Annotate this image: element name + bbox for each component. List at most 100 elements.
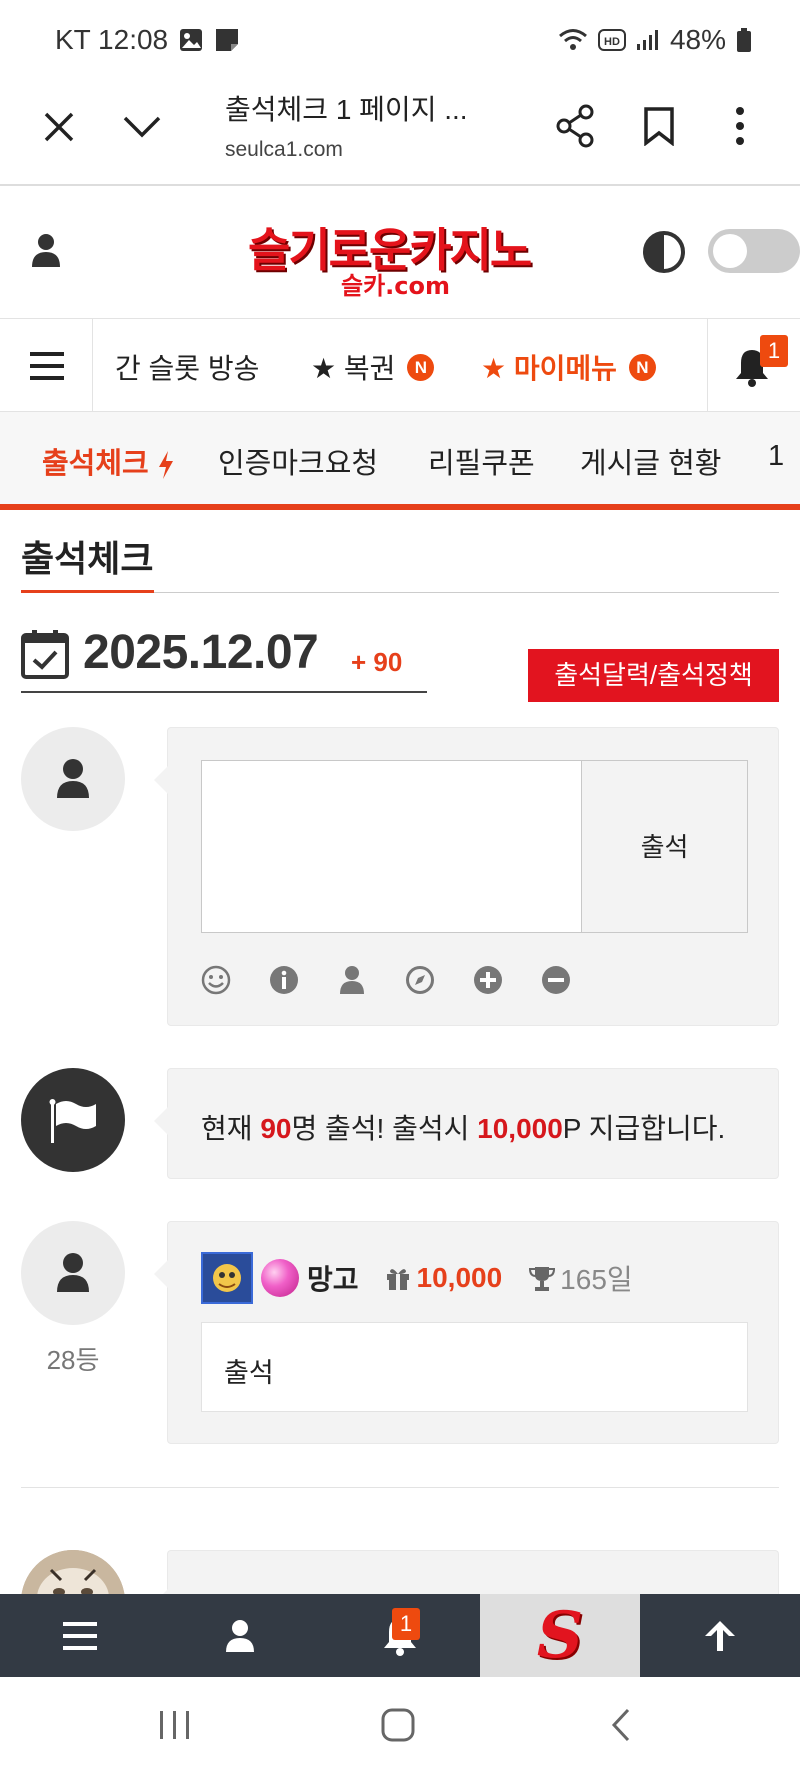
status-right: HD 48%	[558, 24, 752, 56]
site-header: 슬기로운카지노 슬카.com	[0, 188, 800, 318]
lightning-icon	[157, 450, 175, 480]
nav-item-lottery[interactable]: ★ 복권 N	[311, 347, 435, 387]
sub-nav: 출석체크 인증마크요청 리필쿠폰 게시글 현황 1	[0, 412, 800, 510]
recents-icon[interactable]	[158, 1709, 192, 1741]
contrast-icon[interactable]	[642, 230, 686, 274]
attendance-date: 2025.12.07	[83, 626, 319, 679]
nav-item-label: ★ 복권	[311, 353, 396, 384]
nav-separator	[707, 319, 708, 413]
user-icon	[225, 1619, 255, 1653]
note-icon	[214, 27, 240, 53]
notice-count: 90	[260, 1113, 292, 1144]
notice-points: 10,000	[477, 1113, 563, 1144]
status-bar: KT 12:08 HD 48%	[0, 0, 800, 80]
home-icon[interactable]	[380, 1707, 416, 1743]
attendance-calendar-policy-button[interactable]: 출석달력/출석정책	[528, 649, 779, 702]
wifi-icon	[558, 28, 588, 52]
date-row: 2025.12.07 + 90	[21, 625, 427, 693]
level-icon	[201, 1252, 253, 1304]
smile-icon[interactable]	[201, 965, 231, 995]
entry-divider	[21, 1487, 779, 1488]
member-nickname[interactable]: 망고	[307, 1258, 359, 1298]
tab-post-status[interactable]: 게시글 현황	[580, 440, 721, 482]
avatar	[21, 727, 125, 831]
hamburger-menu-icon[interactable]	[30, 351, 64, 381]
attendance-notice: 현재 90명 출석! 출석시 10,000P 지급합니다.	[201, 1107, 725, 1147]
comment-content: 출석	[201, 1322, 748, 1412]
user-icon[interactable]	[337, 965, 367, 995]
nav-item-label: ★ 마이메뉴	[481, 353, 617, 384]
avatar[interactable]	[21, 1221, 125, 1325]
comment-form-card: 출석	[154, 727, 779, 1026]
nav-item-slot-broadcast[interactable]: 간 슬롯 방송	[115, 347, 259, 387]
gift-icon	[385, 1265, 411, 1291]
arrow-up-icon	[702, 1618, 738, 1654]
flag-icon	[48, 1098, 100, 1144]
editor-toolbar	[201, 965, 571, 995]
site-logo-sub: 슬카.com	[341, 272, 450, 300]
hd-icon: HD	[597, 29, 626, 51]
attendance-count-plus: + 90	[351, 647, 403, 677]
tab-scroll-top[interactable]	[640, 1594, 800, 1677]
notification-count-badge: 1	[760, 335, 788, 367]
comment-textarea[interactable]	[201, 760, 582, 933]
nav-item-label: 간 슬롯 방송	[115, 353, 260, 384]
attend-button[interactable]: 출석	[581, 760, 748, 933]
s-logo-icon: S	[536, 1598, 584, 1673]
url-domain: seulca1.com	[225, 138, 343, 161]
status-left: KT 12:08	[55, 24, 240, 56]
svg-text:HD: HD	[604, 36, 620, 48]
tab-notifications[interactable]: 1	[320, 1594, 480, 1677]
image-icon	[178, 27, 204, 53]
more-vert-icon[interactable]	[734, 106, 746, 146]
notice-prefix: 현재	[201, 1113, 261, 1144]
bottom-tab-bar: 1 S	[0, 1594, 800, 1677]
user-icon	[55, 757, 91, 799]
plus-circle-icon[interactable]	[473, 965, 503, 995]
new-badge: N	[628, 353, 656, 381]
info-icon[interactable]	[269, 965, 299, 995]
notice-avatar	[21, 1068, 125, 1172]
notice-suffix: P 지급합니다.	[562, 1113, 726, 1144]
attendance-days: 165일	[560, 1264, 633, 1295]
new-badge: N	[407, 353, 435, 381]
tab-refill-coupon[interactable]: 리필쿠폰	[428, 440, 535, 482]
member-points: 10,000	[416, 1262, 503, 1293]
dark-mode-toggle[interactable]	[708, 229, 800, 273]
page-title: 출석체크	[21, 538, 154, 579]
close-icon[interactable]	[42, 110, 76, 144]
signal-icon	[636, 29, 660, 51]
chevron-down-icon[interactable]	[122, 114, 162, 140]
user-icon[interactable]	[30, 232, 62, 268]
battery-percent: 48%	[669, 24, 726, 55]
browser-toolbar: 출석체크 1 페이지 ... seulca1.com	[0, 80, 800, 186]
tab-home-logo[interactable]: S	[480, 1594, 640, 1677]
back-icon[interactable]	[610, 1707, 632, 1743]
compass-icon[interactable]	[405, 965, 435, 995]
share-icon[interactable]	[555, 104, 595, 148]
member-grade-orb-icon	[261, 1259, 299, 1297]
attendance-rank: 28등	[46, 1345, 100, 1375]
tab-menu[interactable]	[0, 1594, 160, 1677]
trophy-icon	[528, 1264, 556, 1292]
entry-meta: 망고 10,000 165일	[201, 1252, 633, 1304]
tab-user[interactable]	[160, 1594, 320, 1677]
user-icon	[55, 1251, 91, 1293]
nav-item-my-menu[interactable]: ★ 마이메뉴 N	[481, 347, 656, 387]
tab-title: 출석체크 1 페이지 ...	[225, 94, 468, 125]
bookmark-icon[interactable]	[643, 106, 675, 146]
main-nav: 간 슬롯 방송 ★ 복권 N ★ 마이메뉴 N 1	[0, 318, 800, 413]
android-nav-bar	[0, 1677, 800, 1778]
minus-circle-icon[interactable]	[541, 965, 571, 995]
title-underline-accent	[21, 590, 154, 593]
tab-more[interactable]: 1	[768, 440, 784, 473]
battery-icon	[736, 27, 752, 53]
calendar-check-icon	[21, 629, 69, 679]
url-block[interactable]: 출석체크 1 페이지 ... seulca1.com	[225, 88, 468, 162]
tab-attendance[interactable]: 출석체크	[42, 440, 175, 482]
tab-cert-mark-request[interactable]: 인증마크요청	[218, 440, 378, 482]
notification-count-badge: 1	[392, 1608, 420, 1640]
notice-mid: 명 출석! 출석시	[291, 1113, 478, 1144]
carrier-time: KT 12:08	[55, 24, 169, 55]
hamburger-menu-icon	[63, 1621, 97, 1651]
